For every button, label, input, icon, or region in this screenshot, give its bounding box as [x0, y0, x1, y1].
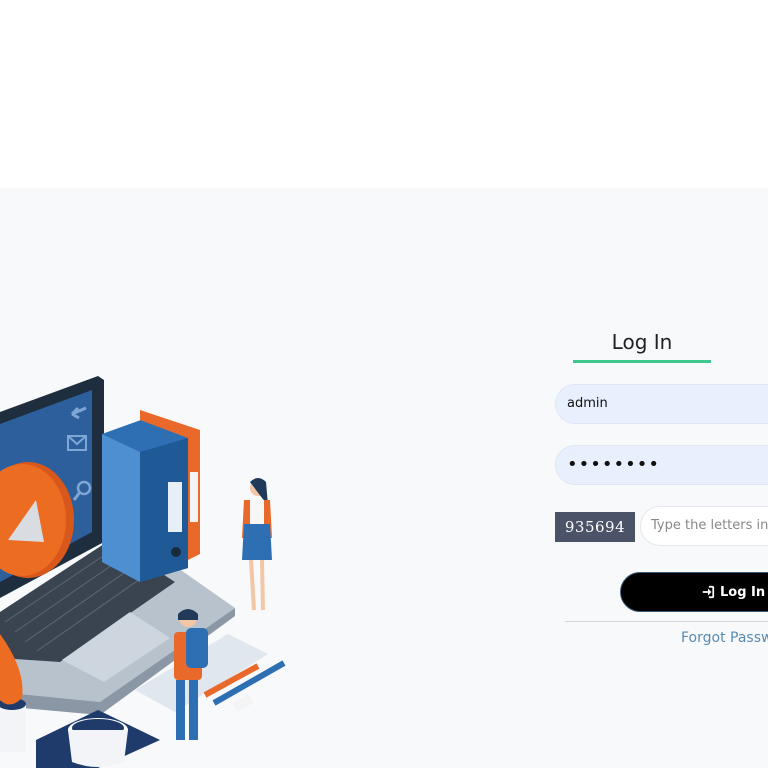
form-divider	[565, 621, 768, 622]
active-tab-indicator	[573, 360, 711, 363]
captcha-image[interactable]: 935694	[555, 512, 635, 542]
sign-in-icon	[702, 585, 715, 599]
captcha-input[interactable]: Type the letters in the image	[640, 506, 768, 546]
top-header-area	[0, 0, 768, 188]
log-in-button[interactable]: Log In	[620, 572, 768, 612]
online-learning-illustration	[0, 370, 300, 768]
captcha-placeholder: Type the letters in the image	[651, 518, 768, 533]
username-field[interactable]: admin	[555, 384, 768, 424]
log-in-button-label: Log In	[720, 584, 766, 600]
tab-log-in[interactable]: Log In	[572, 330, 712, 354]
username-value: admin	[567, 396, 608, 411]
forgot-password-link[interactable]: Forgot Password?	[681, 630, 768, 646]
password-value: ••••••••	[567, 454, 660, 475]
password-field[interactable]: ••••••••	[555, 445, 768, 485]
